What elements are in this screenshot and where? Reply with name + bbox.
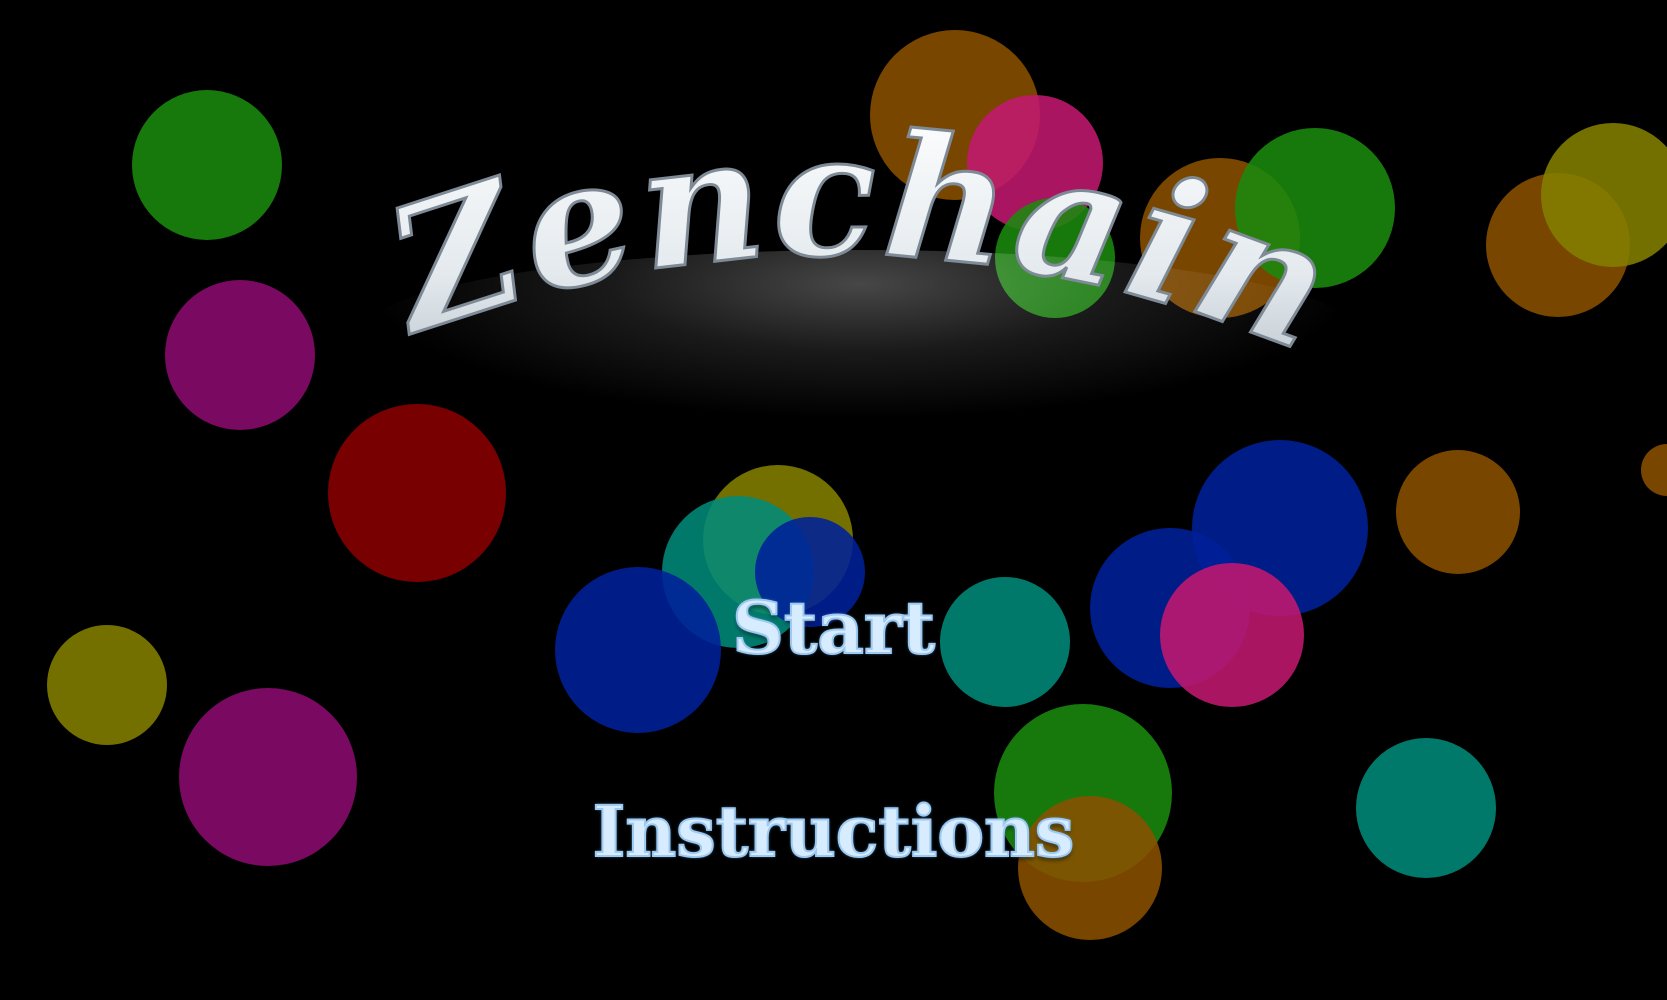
bubble-3 (328, 404, 506, 582)
game-screen: Zenchain Start Instructions (0, 0, 1667, 1000)
bubble-16 (1396, 450, 1520, 574)
bubble-2 (165, 280, 315, 430)
instructions-button[interactable]: Instructions (0, 791, 1667, 873)
bubble-10 (1235, 128, 1395, 288)
bubble-1 (132, 90, 282, 240)
bubble-8 (995, 198, 1115, 318)
bubble-17 (1641, 444, 1667, 496)
start-button[interactable]: Start (0, 587, 1667, 669)
